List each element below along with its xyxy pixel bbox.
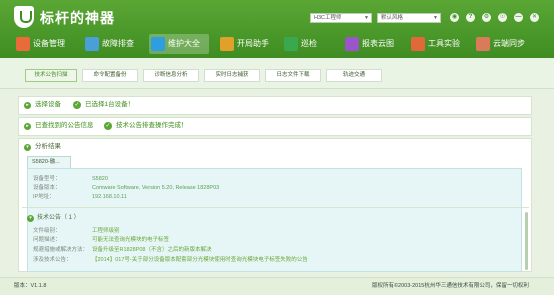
field-label: 规避措施或解决方法： [33,247,89,253]
cloud-icon [476,37,490,51]
field-label: 文件级别： [33,228,61,234]
rocket-icon [220,37,234,51]
nav-label: 故障排查 [102,39,134,48]
field-value: S5820 [92,176,108,182]
version-label: 版本：V1.1.8 [14,283,47,289]
device-icon [16,37,30,51]
tool-icon [411,37,425,51]
check-icon: ✓ [104,122,112,130]
nav-label: 设备管理 [33,39,65,48]
device-tab[interactable]: S5820-融... [27,156,71,168]
field-label: 设备版本： [33,185,61,191]
nav-label: 云端同步 [493,39,525,48]
book-icon [151,37,165,51]
field-label: 设备型号： [33,176,61,182]
tab-bulletin-scan[interactable]: 技术公告扫描 [25,69,77,82]
style-value: 默认风格 [381,15,404,21]
header: 标杆的神器 H3C工程师 ▼ 默认风格 ▼ ◉ ? ⚙ ☉ — ✕ 设备管理 故… [0,0,554,58]
chevron-down-icon: ▼ [364,15,369,21]
found-bulletins-status: 技术公告排查操作完成！ [116,122,188,129]
chart-icon [345,37,359,51]
bulletin-heading: 技术公告（ 1 ） [37,215,80,221]
field-label: 涉及技术公告： [33,257,72,263]
nav-item-report-cloud[interactable]: 报表云图 [343,34,403,54]
collapse-icon[interactable]: ▾ [24,144,31,151]
nav-item-startup-assistant[interactable]: 开局助手 [218,34,278,54]
select-device-status: 已选择1台设备！ [85,101,135,108]
check-icon [284,37,298,51]
main-nav: 设备管理 故障排查 维护大全 开局助手 巡检 报表云图 工具实验 云端同步 [0,31,554,58]
select-device-label: 选择设备 [35,101,61,108]
tab-log-download[interactable]: 日志文件下载 [265,69,321,82]
tab-live-log-capture[interactable]: 实时日志捕获 [204,69,260,82]
found-bulletins-label: 已查找到的公告信息 [35,122,94,129]
feedback-icon[interactable]: ☉ [498,13,507,22]
expand-icon[interactable]: ▸ [24,123,31,130]
scrollbar[interactable] [525,212,528,270]
bulletin-link[interactable]: 【2014】017号-关于部分设备版本配套部分光模块使用时查询光模块电子标签失败… [92,257,308,264]
nav-item-inspection[interactable]: 巡检 [282,34,334,54]
minimize-icon[interactable]: — [514,13,523,22]
style-select[interactable]: 默认风格 ▼ [377,13,441,23]
nav-item-tool-lab[interactable]: 工具实验 [409,34,469,54]
nav-label: 报表云图 [362,39,394,48]
nav-label: 工具实验 [428,39,460,48]
field-label: 问题描述： [33,237,61,243]
nav-item-troubleshooting[interactable]: 故障排查 [83,34,143,54]
bug-icon [85,37,99,51]
tab-config-backup[interactable]: 命令配置备份 [82,69,138,82]
tab-track-traffic[interactable]: 轨迹交通 [326,69,382,82]
collapse-icon[interactable]: ▾ [27,215,34,222]
field-label: IP地址： [33,194,55,200]
nav-item-cloud-sync[interactable]: 云端同步 [474,34,536,54]
logo-icon [14,6,34,28]
nav-item-device-management[interactable]: 设备管理 [14,34,74,54]
settings-icon[interactable]: ⚙ [482,13,491,22]
app-title: 标杆的神器 [40,10,115,26]
copyright-label: 版权所有©2003-2015杭州华三通信技术有限公司，保留一切权利 [372,283,529,289]
nav-label: 维护大全 [168,39,200,48]
analysis-label: 分析结果 [35,143,61,150]
field-value: 192.168.10.11 [92,194,127,200]
found-bulletins-row [18,117,532,136]
nav-item-maintenance[interactable]: 维护大全 [149,34,209,54]
divider [22,207,529,208]
field-value: 工程师级别 [92,228,120,234]
device-type-value: H3C工程师 [314,15,342,21]
nav-label: 开局助手 [237,39,269,48]
help-icon[interactable]: ? [466,13,475,22]
tab-diagnostic-analysis[interactable]: 诊断信息分析 [143,69,199,82]
check-icon: ✓ [73,101,81,109]
expand-icon[interactable]: ▸ [24,102,31,109]
chevron-down-icon: ▼ [433,15,438,21]
footer: 版本：V1.1.8 版权所有©2003-2015杭州华三通信技术有限公司，保留一… [0,277,554,295]
field-value: Comware Software, Version 5.20, Release … [92,185,220,191]
nav-label: 巡检 [301,39,317,48]
field-value: 可能无法查询光模块的电子标签 [92,237,170,243]
skin-icon[interactable]: ◉ [450,13,459,22]
field-value: 设备升级至R1828P08（不含）之后的新版本解决 [92,247,212,253]
tool-tabbar: 技术公告扫描 命令配置备份 诊断信息分析 实时日志捕获 日志文件下载 轨迹交通 [0,58,554,89]
device-type-select[interactable]: H3C工程师 ▼ [310,13,372,23]
close-icon[interactable]: ✕ [530,13,539,22]
